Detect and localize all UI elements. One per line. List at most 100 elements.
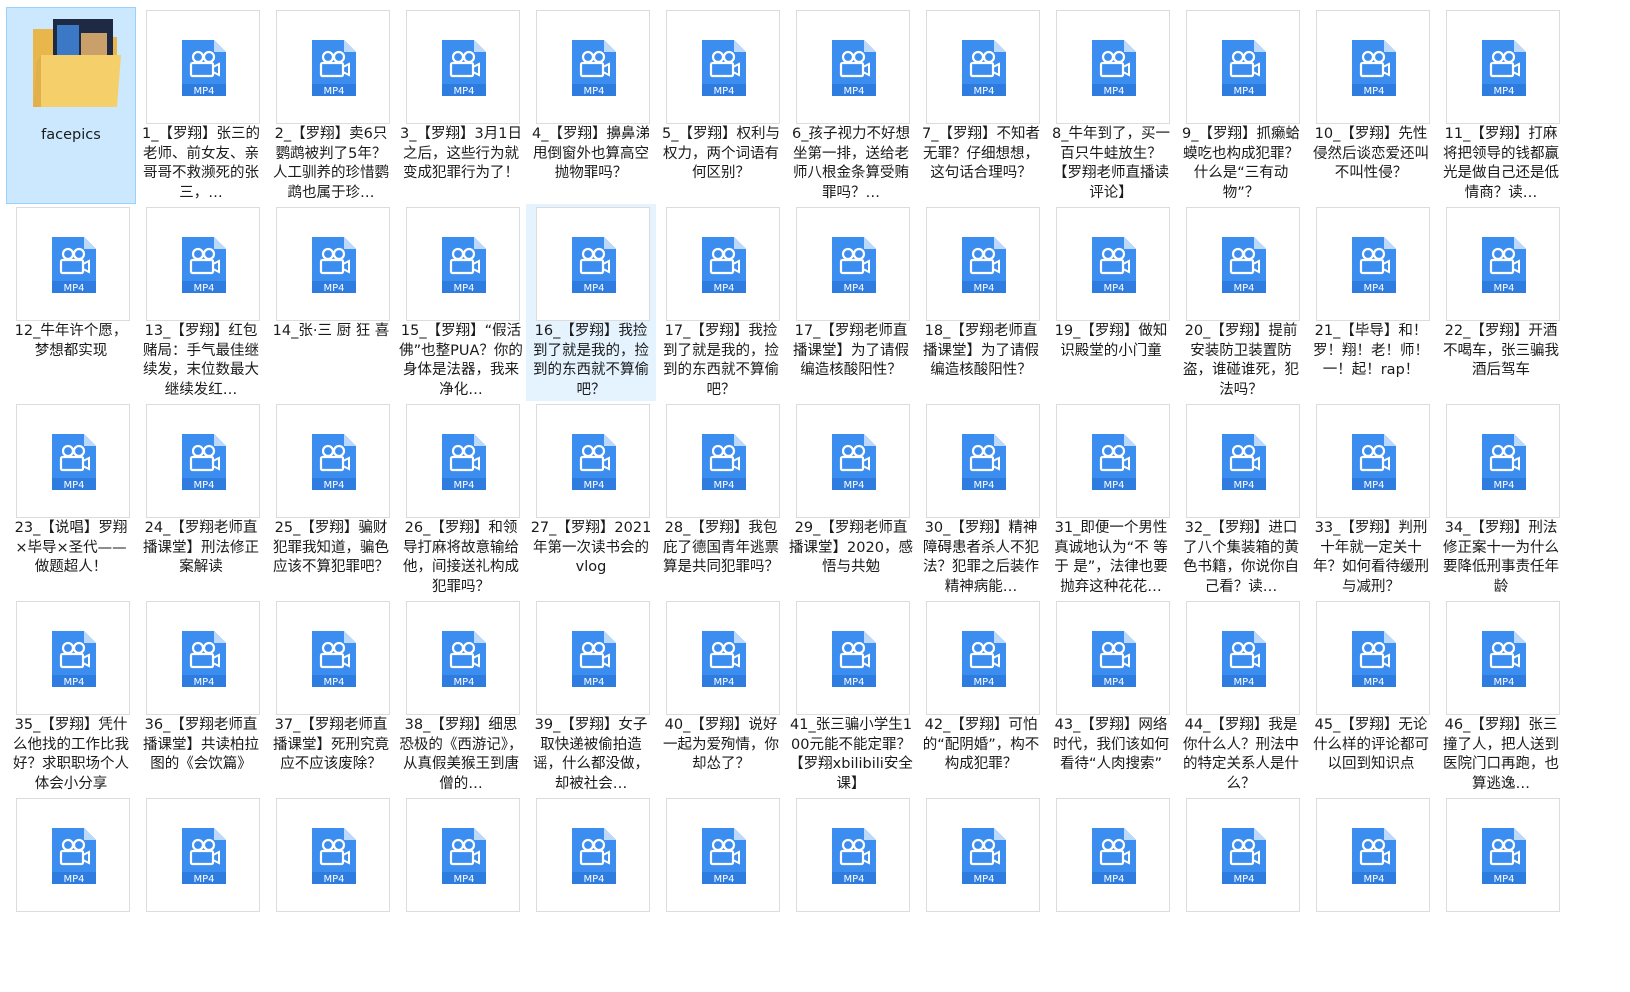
file-item[interactable]: MP4 (266, 795, 396, 992)
file-thumbnail: MP4 (16, 798, 130, 912)
file-item[interactable]: MP4 (1046, 795, 1176, 992)
mp4-file-icon: MP4 (1222, 631, 1266, 688)
file-item[interactable]: MP4 28_【罗翔】我包庇了德国青年逃票算是共同犯罪吗？ (656, 401, 786, 598)
file-name: 43_【罗翔】网络时代，我们该如何看待“人肉搜索” (1053, 717, 1169, 772)
file-item[interactable]: MP4 39_【罗翔】女子取快递被偷拍造谣，什么都没做，却被社会… (526, 598, 656, 795)
file-type-badge: MP4 (193, 874, 214, 885)
file-type-badge: MP4 (1103, 283, 1124, 294)
file-item[interactable]: MP4 20_【罗翔】提前安装防卫装置防盗，谁碰谁死，犯法吗？ (1176, 204, 1306, 401)
file-item[interactable]: MP4 31_即便一个男性真诚地认为“不 等 于 是”，法律也要抛弃这种花花… (1046, 401, 1176, 598)
file-type-badge: MP4 (63, 874, 84, 885)
file-item[interactable]: MP4 15_【罗翔】“假活佛”也整PUA？你的身体是法器，我来净化… (396, 204, 526, 401)
file-item[interactable]: MP4 24_【罗翔老师直播课堂】刑法修正案解读 (136, 401, 266, 598)
file-item[interactable]: MP4 1_【罗翔】张三的老师、前女友、亲哥哥不救濒死的张三，… (136, 7, 266, 204)
file-name: 11_【罗翔】打麻将把领导的钱都赢光是做自己还是低情商？读… (1443, 126, 1559, 201)
file-item[interactable]: MP4 44_【罗翔】我是你什么人？刑法中的特定关系人是什么？ (1176, 598, 1306, 795)
file-name: 17_【罗翔】我捡到了就是我的，捡到的东西就不算偷吧？ (663, 323, 779, 398)
folder-item[interactable]: facepics (6, 7, 136, 204)
file-item[interactable]: MP4 27_【罗翔】2021年第一次读书会的vlog (526, 401, 656, 598)
file-item[interactable]: MP4 (1436, 795, 1566, 992)
file-item[interactable]: MP4 12_牛年许个愿，梦想都实现 (6, 204, 136, 401)
file-item[interactable]: MP4 45_【罗翔】无论什么样的评论都可以回到知识点 (1306, 598, 1436, 795)
file-name: 10_【罗翔】先性侵然后谈恋爱还叫不叫性侵？ (1313, 126, 1429, 181)
file-item[interactable]: MP4 40_【罗翔】说好一起为爱殉情，你却怂了？ (656, 598, 786, 795)
file-item[interactable]: MP4 (656, 795, 786, 992)
file-type-badge: MP4 (323, 480, 344, 491)
file-item[interactable]: MP4 25_【罗翔】骗财犯罪我知道，骗色应该不算犯罪吧？ (266, 401, 396, 598)
file-item[interactable]: MP4 36_【罗翔老师直播课堂】共读柏拉图的《会饮篇》 (136, 598, 266, 795)
file-name: 32_【罗翔】进口了八个集装箱的黄色书籍，你说你自己看？读… (1183, 520, 1299, 595)
file-item[interactable]: MP4 37_【罗翔老师直播课堂】死刑究竟应不应该废除？ (266, 598, 396, 795)
file-thumbnail: MP4 (276, 404, 390, 518)
file-item[interactable]: MP4 42_【罗翔】可怕的“配阴婚”，构不构成犯罪？ (916, 598, 1046, 795)
file-type-badge: MP4 (63, 480, 84, 491)
file-thumbnail: MP4 (1056, 601, 1170, 715)
file-item[interactable]: MP4 30_【罗翔】精神障碍患者杀人不犯法？犯罪之后装作精神病能… (916, 401, 1046, 598)
file-item[interactable]: MP4 (6, 795, 136, 992)
file-item[interactable]: MP4 19_【罗翔】做知识殿堂的小门童 (1046, 204, 1176, 401)
file-item[interactable]: MP4 26_【罗翔】和领导打麻将故意输给他，间接送礼构成犯罪吗？ (396, 401, 526, 598)
file-item[interactable]: MP4 18_【罗翔老师直播课堂】为了请假编造核酸阳性？ (916, 204, 1046, 401)
file-item[interactable]: MP4 3_【罗翔】3月1日之后，这些行为就变成犯罪行为了！ (396, 7, 526, 204)
file-item[interactable]: MP4 7_【罗翔】不知者无罪？仔细想想，这句话合理吗？ (916, 7, 1046, 204)
file-item[interactable]: MP4 9_【罗翔】抓癞蛤蟆吃也构成犯罪？什么是“三有动物”？ (1176, 7, 1306, 204)
file-name: 7_【罗翔】不知者无罪？仔细想想，这句话合理吗？ (922, 126, 1040, 181)
file-thumbnail: MP4 (796, 798, 910, 912)
file-name: 4_【罗翔】擤鼻涕甩倒窗外也算高空抛物罪吗？ (532, 126, 650, 181)
file-item[interactable]: MP4 (526, 795, 656, 992)
file-thumbnail: MP4 (1186, 207, 1300, 321)
file-item[interactable]: MP4 22_【罗翔】开酒不喝车，张三骗我酒后驾车 (1436, 204, 1566, 401)
mp4-file-icon: MP4 (312, 828, 356, 885)
file-type-badge: MP4 (63, 677, 84, 688)
file-item[interactable]: MP4 34_【罗翔】刑法修正案十一为什么要降低刑事责任年龄 (1436, 401, 1566, 598)
file-item[interactable]: MP4 38_【罗翔】细思恐极的《西游记》，从真假美猴王到唐僧的… (396, 598, 526, 795)
file-type-badge: MP4 (323, 283, 344, 294)
file-item[interactable]: MP4 10_【罗翔】先性侵然后谈恋爱还叫不叫性侵？ (1306, 7, 1436, 204)
file-thumbnail: MP4 (276, 207, 390, 321)
file-item[interactable]: MP4 2_【罗翔】卖6只鹦鹉被判了5年？人工驯养的珍惜鹦鹉也属于珍… (266, 7, 396, 204)
file-item[interactable]: MP4 6_孩子视力不好想坐第一排，送给老师八根金条算受贿罪吗？… (786, 7, 916, 204)
file-thumbnail: MP4 (926, 798, 1040, 912)
file-item[interactable]: MP4 17_【罗翔老师直播课堂】为了请假编造核酸阳性？ (786, 204, 916, 401)
file-item[interactable]: MP4 43_【罗翔】网络时代，我们该如何看待“人肉搜索” (1046, 598, 1176, 795)
file-item[interactable]: MP4 (786, 795, 916, 992)
file-item[interactable]: MP4 (136, 795, 266, 992)
file-type-badge: MP4 (583, 677, 604, 688)
file-thumbnail: MP4 (796, 601, 910, 715)
file-name: 44_【罗翔】我是你什么人？刑法中的特定关系人是什么？ (1183, 717, 1299, 792)
mp4-file-icon: MP4 (702, 631, 746, 688)
file-item[interactable]: MP4 13_【罗翔】红包赌局：手气最佳继续发，末位数最大继续发红… (136, 204, 266, 401)
file-type-badge: MP4 (583, 874, 604, 885)
file-item[interactable]: MP4 14_张·三 厨 狂 喜 (266, 204, 396, 401)
file-item[interactable]: MP4 16_【罗翔】我捡到了就是我的，捡到的东西就不算偷吧？ (526, 204, 656, 401)
file-item[interactable]: MP4 41_张三骗小学生100元能不能定罪？【罗翔xbilibili安全课】 (786, 598, 916, 795)
file-name: 18_【罗翔老师直播课堂】为了请假编造核酸阳性？ (923, 323, 1039, 378)
file-item[interactable]: MP4 46_【罗翔】张三撞了人，把人送到医院门口再跑，也算逃逸… (1436, 598, 1566, 795)
file-item[interactable]: MP4 8_牛年到了，买一百只牛蛙放生？【罗翔老师直播读评论】 (1046, 7, 1176, 204)
file-thumbnail: MP4 (1446, 601, 1560, 715)
file-item[interactable]: MP4 4_【罗翔】擤鼻涕甩倒窗外也算高空抛物罪吗？ (526, 7, 656, 204)
file-item[interactable]: MP4 21_【毕导】和！罗！翔！老！师！一！起！rap！ (1306, 204, 1436, 401)
mp4-file-icon: MP4 (1352, 631, 1396, 688)
file-item[interactable]: MP4 17_【罗翔】我捡到了就是我的，捡到的东西就不算偷吧？ (656, 204, 786, 401)
file-item[interactable]: MP4 35_【罗翔】凭什么他找的工作比我好？求职职场个人体会小分享 (6, 598, 136, 795)
file-name: 8_牛年到了，买一百只牛蛙放生？【罗翔老师直播读评论】 (1052, 126, 1170, 201)
file-item[interactable]: MP4 23_【说唱】罗翔×毕导×圣代——做题超人！ (6, 401, 136, 598)
file-item[interactable]: MP4 33_【罗翔】判刑十年就一定关十年？如何看待缓刑与减刑？ (1306, 401, 1436, 598)
file-item[interactable]: MP4 5_【罗翔】权利与权力，两个词语有何区别？ (656, 7, 786, 204)
file-item[interactable]: MP4 (1176, 795, 1306, 992)
file-name: 33_【罗翔】判刑十年就一定关十年？如何看待缓刑与减刑？ (1313, 520, 1429, 595)
file-item[interactable]: MP4 11_【罗翔】打麻将把领导的钱都赢光是做自己还是低情商？读… (1436, 7, 1566, 204)
file-type-badge: MP4 (193, 283, 214, 294)
folder-icon (33, 19, 121, 107)
file-thumbnail: MP4 (1446, 798, 1560, 912)
mp4-file-icon: MP4 (1482, 237, 1526, 294)
file-item[interactable]: MP4 32_【罗翔】进口了八个集装箱的黄色书籍，你说你自己看？读… (1176, 401, 1306, 598)
file-item[interactable]: MP4 (396, 795, 526, 992)
mp4-file-icon: MP4 (52, 828, 96, 885)
file-name: 21_【毕导】和！罗！翔！老！师！一！起！rap！ (1313, 323, 1429, 378)
file-type-badge: MP4 (453, 677, 474, 688)
file-item[interactable]: MP4 (1306, 795, 1436, 992)
file-item[interactable]: MP4 29_【罗翔老师直播课堂】2020，感悟与共勉 (786, 401, 916, 598)
file-item[interactable]: MP4 (916, 795, 1046, 992)
